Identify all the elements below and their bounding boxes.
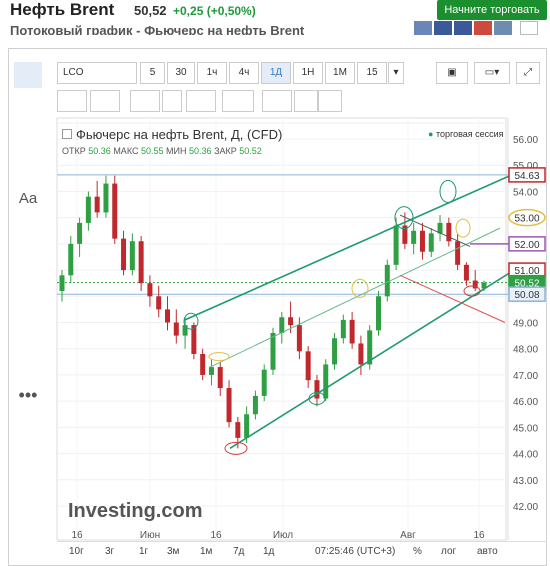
legend-title-text: Фьючерс на нефть Brent, Д, (CFD) — [76, 127, 283, 142]
channel-mid-line — [209, 227, 501, 368]
yellow-ellipse-3 — [455, 218, 471, 238]
price-label: 54.63 — [514, 171, 539, 182]
legend-checkbox-icon[interactable] — [62, 129, 72, 139]
close-value: 50.52 — [239, 146, 262, 156]
candle-body — [384, 264, 390, 297]
candle-body — [68, 243, 74, 276]
range-1m[interactable]: 1м — [200, 546, 212, 557]
yellow-ellipse-1 — [208, 352, 230, 362]
y-tick-label: 48.00 — [513, 345, 538, 356]
candle-body — [165, 309, 170, 323]
range-1y[interactable]: 1г — [139, 546, 148, 557]
low-value: 50.36 — [189, 146, 212, 156]
candle-body — [393, 225, 399, 265]
candle-body — [235, 422, 241, 438]
range-1d[interactable]: 1д — [263, 546, 274, 557]
candle-body — [103, 183, 109, 213]
candle-body — [226, 388, 232, 423]
candle-body — [288, 317, 294, 326]
candle-body — [358, 343, 364, 365]
legend-title: Фьючерс на нефть Brent, Д, (CFD) — [62, 127, 282, 142]
candle-body — [411, 230, 417, 244]
candle-body — [200, 353, 206, 375]
y-tick-label: 43.00 — [513, 476, 538, 487]
session-label: ● торговая сессия — [428, 129, 504, 139]
session-text: торговая сессия — [435, 129, 504, 139]
log-toggle[interactable]: лог — [441, 546, 456, 557]
candle-body — [296, 325, 302, 352]
channel-upper-line — [184, 174, 511, 321]
candle-body — [252, 395, 258, 415]
bottom-bar: 10г 3г 1г 3м 1м 7д 1д 07:25:46 (UTC+3) %… — [57, 541, 547, 563]
x-tick-label: Июл — [273, 530, 293, 541]
candle-body — [270, 332, 276, 370]
price-label: 53.00 — [514, 214, 539, 225]
candle-body — [85, 196, 91, 223]
high-label: МАКС — [113, 146, 139, 156]
candle-body — [428, 233, 434, 252]
candle-body — [182, 325, 188, 336]
candle-body — [156, 296, 162, 310]
open-label: ОТКР — [62, 146, 86, 156]
candle-body — [59, 275, 65, 292]
price-label: 50.08 — [514, 290, 539, 301]
candle-body — [419, 230, 425, 252]
candle-body — [349, 319, 355, 344]
range-7d[interactable]: 7д — [233, 546, 244, 557]
x-tick-label: Июн — [140, 530, 160, 541]
candle-body — [340, 319, 346, 339]
candle-body — [261, 369, 267, 396]
candle-body — [446, 222, 452, 242]
percent-toggle[interactable]: % — [413, 546, 422, 557]
y-tick-label: 56.00 — [513, 135, 538, 146]
candle-body — [323, 364, 329, 399]
price-chart[interactable]: 56.0055.0054.0053.0052.0051.0050.0049.00… — [0, 0, 550, 566]
price-label: 52.00 — [514, 240, 539, 251]
auto-toggle[interactable]: авто — [477, 546, 498, 557]
close-label: ЗАКР — [214, 146, 237, 156]
candle-body — [121, 238, 127, 271]
range-3m[interactable]: 3м — [167, 546, 179, 557]
high-value: 50.55 — [140, 146, 164, 156]
y-tick-label: 49.00 — [513, 319, 538, 330]
candle-body — [77, 222, 83, 244]
candle-body — [455, 241, 461, 265]
clock-time: 07:25:46 (UTC+3) — [315, 546, 396, 557]
candle-body — [138, 241, 144, 284]
candle-body — [279, 317, 285, 333]
y-tick-label: 47.00 — [513, 371, 538, 382]
y-tick-label: 45.00 — [513, 423, 538, 434]
candle-body — [217, 367, 223, 389]
candle-body — [129, 241, 135, 271]
x-tick-label: Авг — [400, 530, 416, 541]
y-tick-label: 54.00 — [513, 187, 538, 198]
candle-body — [147, 283, 153, 297]
candle-body — [94, 196, 100, 213]
candle-body — [305, 351, 311, 381]
y-tick-label: 44.00 — [513, 450, 538, 461]
candle-body — [208, 367, 214, 375]
candle-body — [244, 414, 250, 438]
x-tick-label: 16 — [71, 530, 83, 541]
x-tick-label: 16 — [473, 530, 485, 541]
touch-ellipse-1 — [183, 312, 199, 330]
candle-body — [173, 322, 179, 336]
candle-body — [112, 183, 118, 239]
open-value: 50.36 — [88, 146, 111, 156]
candle-body — [332, 338, 338, 365]
range-10y[interactable]: 10г — [69, 546, 84, 557]
candle-body — [376, 296, 381, 331]
investing-logo: Investing.com — [68, 500, 203, 522]
range-3y[interactable]: 3г — [105, 546, 114, 557]
y-tick-label: 42.00 — [513, 502, 538, 513]
y-tick-label: 46.00 — [513, 397, 538, 408]
x-tick-label: 16 — [210, 530, 222, 541]
low-label: МИН — [166, 146, 187, 156]
ohlc-readout: ОТКР 50.36 МАКС 50.55 МИН 50.36 ЗАКР 50.… — [62, 146, 262, 156]
candle-body — [463, 264, 469, 281]
